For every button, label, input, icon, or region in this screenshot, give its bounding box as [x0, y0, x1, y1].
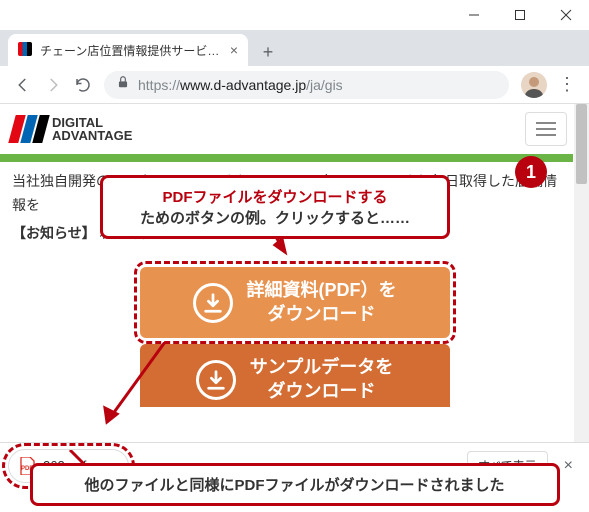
- callout-top-line1: PDFファイルをダウンロードする: [119, 186, 431, 207]
- download-pdf-button[interactable]: 詳細資料(PDF）をダウンロード: [140, 267, 450, 338]
- logo-text: DIGITALADVANTAGE: [52, 116, 132, 142]
- url-bar[interactable]: https://www.d-advantage.jp/ja/gis: [104, 71, 509, 99]
- download-sample-button[interactable]: サンプルデータをダウンロード: [140, 344, 450, 407]
- forward-button[interactable]: [38, 70, 68, 100]
- page-content: DIGITALADVANTAGE 当社独自開発のWebクローラーにより、チェーン…: [0, 104, 589, 442]
- favicon-icon: [18, 42, 34, 58]
- scrollbar-thumb[interactable]: [576, 104, 587, 184]
- lock-icon: [116, 75, 130, 94]
- annotation-arrow-2: [95, 342, 175, 442]
- tab-bar: チェーン店位置情報提供サービス（G × +: [0, 30, 589, 66]
- annotation-callout-bottom: 他のファイルと同様にPDFファイルがダウンロードされました: [30, 463, 560, 506]
- url-text: https://www.d-advantage.jp/ja/gis: [138, 77, 343, 93]
- hamburger-menu-button[interactable]: [525, 112, 567, 146]
- maximize-button[interactable]: [497, 0, 543, 30]
- new-tab-button[interactable]: +: [254, 38, 282, 66]
- download-sample-label-2: ダウンロード: [250, 380, 393, 403]
- logo-bars-icon: [12, 115, 46, 143]
- download-icon: [196, 360, 236, 400]
- close-window-button[interactable]: [543, 0, 589, 30]
- scrollbar[interactable]: [574, 104, 589, 442]
- back-button[interactable]: [8, 70, 38, 100]
- site-logo[interactable]: DIGITALADVANTAGE: [12, 115, 132, 143]
- download-icon: [193, 283, 233, 323]
- tab-title: チェーン店位置情報提供サービス（G: [40, 42, 224, 59]
- annotation-callout-top: PDFファイルをダウンロードする ためのボタンの例。クリックすると……: [100, 175, 450, 239]
- download-pdf-label-1: 詳細資料(PDF）を: [247, 279, 397, 302]
- banner-strip: [0, 154, 573, 162]
- callout-bottom-text: 他のファイルと同様にPDFファイルがダウンロードされました: [49, 474, 541, 495]
- minimize-button[interactable]: [451, 0, 497, 30]
- tab-close-button[interactable]: ×: [230, 42, 238, 58]
- kebab-menu-button[interactable]: ⋮: [553, 71, 581, 99]
- callout-top-line2: ためのボタンの例。クリックすると……: [119, 207, 431, 228]
- reload-button[interactable]: [68, 70, 98, 100]
- annotation-badge-1: 1: [515, 156, 547, 188]
- address-bar: https://www.d-advantage.jp/ja/gis ⋮: [0, 66, 589, 104]
- profile-avatar[interactable]: [521, 72, 547, 98]
- download-sample-label-1: サンプルデータを: [250, 356, 393, 379]
- browser-tab[interactable]: チェーン店位置情報提供サービス（G ×: [8, 34, 248, 66]
- download-pdf-label-2: ダウンロード: [247, 303, 397, 326]
